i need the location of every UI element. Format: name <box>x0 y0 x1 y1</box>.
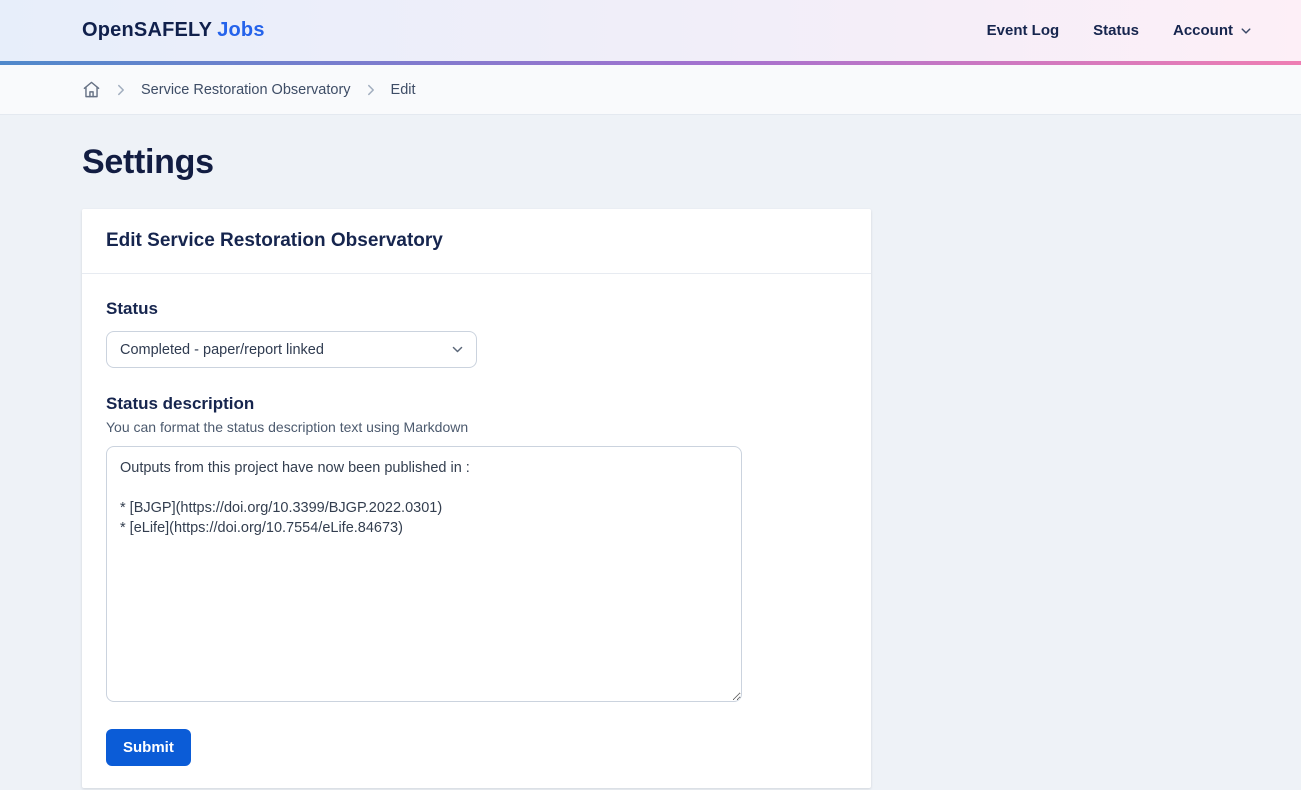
main-content: Settings Edit Service Restoration Observ… <box>0 115 1301 788</box>
chevron-right-icon <box>114 83 128 97</box>
brand-name: OpenSAFELY <box>82 19 212 41</box>
chevron-right-icon <box>364 83 378 97</box>
nav-link-label: Account <box>1173 22 1233 39</box>
edit-card: Edit Service Restoration Observatory Sta… <box>82 209 871 788</box>
brand-suffix: Jobs <box>217 19 264 41</box>
nav-link-account[interactable]: Account <box>1173 22 1252 39</box>
breadcrumb-item-edit: Edit <box>391 82 416 98</box>
submit-button[interactable]: Submit <box>106 729 191 766</box>
nav-link-status[interactable]: Status <box>1093 22 1139 39</box>
status-description-label: Status description <box>106 394 847 414</box>
chevron-down-icon <box>1240 25 1252 37</box>
header-nav: Event Log Status Account <box>987 22 1252 39</box>
status-description-help: You can format the status description te… <box>106 419 847 435</box>
card-header: Edit Service Restoration Observatory <box>82 209 871 274</box>
nav-link-event-log[interactable]: Event Log <box>987 22 1060 39</box>
page-title: Settings <box>82 143 1301 182</box>
brand-logo[interactable]: OpenSAFELYJobs <box>82 19 265 42</box>
card-body: Status Completed - paper/report linked S… <box>82 274 871 788</box>
nav-link-label: Event Log <box>987 22 1060 39</box>
nav-link-label: Status <box>1093 22 1139 39</box>
card-title: Edit Service Restoration Observatory <box>106 230 847 252</box>
status-select-wrap: Completed - paper/report linked <box>106 331 477 368</box>
app-header: OpenSAFELYJobs Event Log Status Account <box>0 0 1301 61</box>
status-description-textarea[interactable]: Outputs from this project have now been … <box>106 446 742 702</box>
status-label: Status <box>106 299 847 319</box>
status-select[interactable]: Completed - paper/report linked <box>106 331 477 368</box>
home-icon[interactable] <box>82 80 101 99</box>
breadcrumb: Service Restoration Observatory Edit <box>0 65 1301 115</box>
breadcrumb-item-project[interactable]: Service Restoration Observatory <box>141 82 351 98</box>
